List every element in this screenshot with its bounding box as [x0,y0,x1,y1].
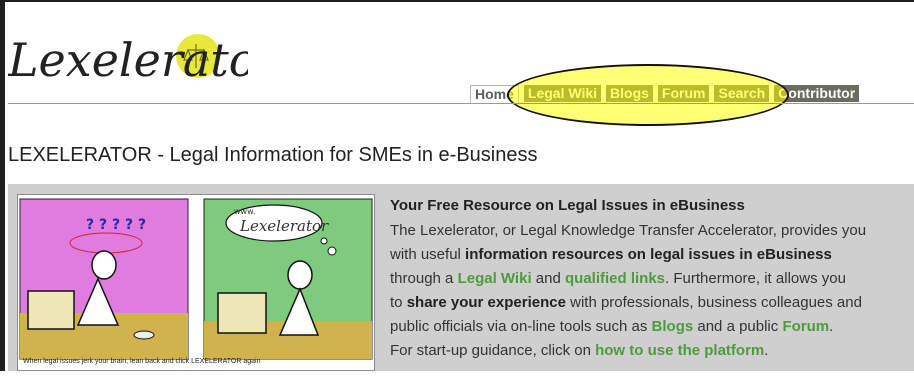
intro-line: through a Legal Wiki and qualified links… [390,267,908,291]
header-divider [8,103,914,104]
intro-line: with useful information resources on leg… [390,243,908,267]
intro-text: Your Free Resource on Legal Issues in eB… [390,196,908,363]
intro-text-span: with useful [390,246,466,263]
tab-legal-wiki[interactable]: Legal Wiki [523,85,602,102]
intro-heading: Your Free Resource on Legal Issues in eB… [390,197,745,214]
intro-line: The Lexelerator, or Legal Knowledge Tran… [390,219,908,243]
intro-text-span: to [390,294,407,311]
intro-line: public officials via on-line tools such … [390,315,908,339]
intro-text-span: and a public [693,318,783,335]
intro-line: For start-up guidance, click on how to u… [390,339,908,363]
tab-home[interactable]: Home [470,85,519,103]
intro-text-span: through a [390,270,458,287]
emphasis-share-experience: share your experience [406,294,566,311]
qualified-links-link[interactable]: qualified links [565,270,665,287]
cartoon-image: ? ? ? ? ? www. Lexelerator [17,194,375,371]
intro-text-span: The Lexelerator, or Legal Knowledge Tran… [390,222,867,239]
intro-text-span: . Furthermore, it allows you [665,270,846,287]
how-to-use-link[interactable]: how to use the platform [595,342,764,359]
page-title: LEXELERATOR - Legal Information for SMEs… [8,144,538,166]
intro-text-span: and [531,270,565,287]
legal-wiki-link[interactable]: Legal Wiki [458,270,532,287]
window-top-edge [0,0,914,2]
tab-contributor[interactable]: Contributor [774,85,860,102]
tab-search[interactable]: Search [714,85,770,102]
emphasis-information-resources: information resources on legal issues in… [465,246,832,263]
logo-wordmark: Lexelerator [8,33,248,87]
speech-bubble-www: www. [234,207,255,216]
tab-blogs[interactable]: Blogs [606,85,653,102]
intro-text-span: . [764,342,769,359]
lexelerator-logo[interactable]: Lexelerator [8,14,248,94]
intro-text-span: . [829,318,834,335]
blogs-link[interactable]: Blogs [652,318,694,335]
intro-text-span: with professionals, business colleagues … [565,294,862,311]
tab-forum[interactable]: Forum [657,85,710,102]
question-marks: ? ? ? ? ? [86,217,146,233]
intro-text-span: public officials via on-line tools such … [390,318,652,335]
main-navigation: Home Legal Wiki Blogs Forum Search Contr… [470,85,860,103]
intro-line: to share your experience with profession… [390,291,908,315]
forum-link[interactable]: Forum [782,318,829,335]
speech-bubble-logo: Lexelerator [239,217,329,235]
intro-text-span: For start-up guidance, click on [390,342,596,359]
window-bottom-edge [0,371,914,377]
window-left-edge [0,0,5,377]
cartoon-caption: When legal issues jerk your brain, lean … [23,358,261,365]
